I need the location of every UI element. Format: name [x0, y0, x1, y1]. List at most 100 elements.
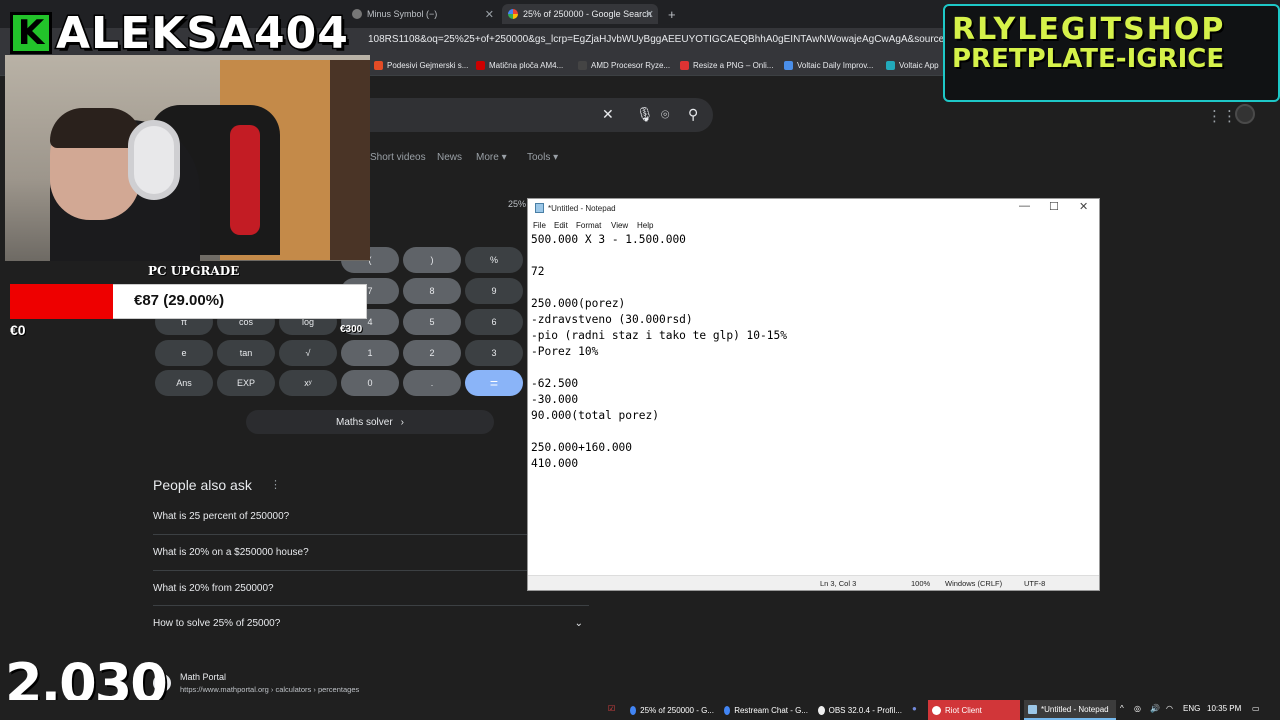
tab-google-search[interactable]: 25% of 250000 - Google Search ✕: [502, 4, 658, 24]
calc-key-2[interactable]: 2: [403, 340, 461, 366]
bookmark-item[interactable]: Podesivi Gejmerski s...: [374, 61, 468, 70]
avatar[interactable]: [1235, 104, 1255, 124]
notepad-icon: [1028, 704, 1037, 714]
maths-solver-button[interactable]: Maths solver ›: [246, 410, 494, 434]
close-icon[interactable]: ✕: [1079, 200, 1088, 213]
chevron-down-icon: ▾: [501, 152, 507, 163]
url-text[interactable]: 108RS1108&oq=25%25+of+250000&gs_lcrp=EgZ…: [368, 34, 991, 45]
line-ending: Windows (CRLF): [945, 579, 1003, 588]
calc-key-power[interactable]: xʸ: [279, 370, 337, 396]
menu-file[interactable]: File: [533, 221, 546, 230]
notepad-icon: [535, 203, 544, 213]
volume-icon[interactable]: 🔊: [1150, 704, 1160, 713]
menu-help[interactable]: Help: [637, 221, 653, 230]
result-site-name[interactable]: Math Portal: [180, 672, 226, 682]
menu-view[interactable]: View: [611, 221, 628, 230]
calc-key-close-paren[interactable]: ): [403, 247, 461, 273]
close-icon[interactable]: ✕: [645, 8, 654, 21]
notepad-text-area[interactable]: 500.000 X 3 - 1.500.000 72 250.000(porez…: [531, 232, 1081, 472]
bookmark-icon: [476, 61, 485, 70]
camera-search-icon[interactable]: ⌾: [661, 106, 669, 123]
calc-key-equals[interactable]: =: [465, 370, 523, 396]
language-indicator[interactable]: ENG: [1183, 704, 1200, 713]
calc-key-8[interactable]: 8: [403, 278, 461, 304]
tab-more[interactable]: More ▾: [476, 152, 507, 163]
tab-short-videos[interactable]: Short videos: [370, 152, 426, 163]
bookmark-icon: [578, 61, 587, 70]
webcam-headset: [128, 120, 180, 200]
chevron-up-icon[interactable]: ^: [1120, 704, 1124, 713]
calc-key-e[interactable]: e: [155, 340, 213, 366]
calc-key-9[interactable]: 9: [465, 278, 523, 304]
bookmark-item[interactable]: AMD Procesor Ryze...: [578, 61, 670, 70]
riot-icon: [932, 705, 941, 715]
calc-key-percent[interactable]: %: [465, 247, 523, 273]
clock[interactable]: 10:35 PM: [1207, 704, 1241, 713]
chevron-right-icon: ›: [400, 416, 405, 428]
bookmark-icon: [886, 61, 895, 70]
notepad-statusbar: [528, 575, 1099, 590]
maximize-icon[interactable]: ☐: [1049, 200, 1059, 213]
people-also-ask-title: People also ask: [153, 477, 252, 493]
notepad-title: *Untitled - Notepad: [548, 204, 616, 213]
bookmark-item[interactable]: Resize a PNG – Onli...: [680, 61, 773, 70]
calc-key-tan[interactable]: tan: [217, 340, 275, 366]
chevron-down-icon: ▾: [553, 152, 559, 163]
calc-key-0[interactable]: 0: [341, 370, 399, 396]
close-icon[interactable]: ✕: [485, 8, 494, 21]
bookmark-item[interactable]: Voltaic Daily Improv...: [784, 61, 873, 70]
shop-banner-subtitle: PRETPLATE-IGRICE: [952, 44, 1225, 74]
calc-key-decimal[interactable]: .: [403, 370, 461, 396]
calc-key-3[interactable]: 3: [465, 340, 523, 366]
tab-minus-symbol[interactable]: Minus Symbol (−) ✕: [346, 4, 498, 24]
notifications-icon[interactable]: ▭: [1252, 704, 1260, 713]
chrome-icon: [630, 705, 637, 715]
network-icon[interactable]: ◎: [1134, 704, 1141, 713]
search-icon[interactable]: ⚲: [688, 106, 698, 123]
paa-question[interactable]: How to solve 25% of 25000? ⌄: [153, 605, 589, 640]
calc-key-ans[interactable]: Ans: [155, 370, 213, 396]
search-input[interactable]: [330, 98, 713, 132]
wifi-icon[interactable]: ◠: [1166, 704, 1173, 713]
chrome-icon: [724, 705, 731, 715]
discord-icon[interactable]: ●: [912, 704, 917, 713]
calc-key-5[interactable]: 5: [403, 309, 461, 335]
taskbar-item-notepad[interactable]: *Untitled - Notepad: [1024, 700, 1116, 720]
taskbar-item-chrome-search[interactable]: 25% of 250000 - G...: [626, 700, 718, 720]
streamer-name: ALEKSA404: [55, 7, 350, 61]
menu-format[interactable]: Format: [576, 221, 601, 230]
kick-logo: K: [10, 12, 52, 54]
new-tab-button[interactable]: +: [662, 4, 682, 24]
antivirus-icon[interactable]: ☑: [608, 704, 615, 713]
cursor-position: Ln 3, Col 3: [820, 579, 857, 588]
tab-label: Minus Symbol (−): [367, 9, 438, 19]
clear-icon[interactable]: ✕: [602, 106, 614, 123]
menu-edit[interactable]: Edit: [554, 221, 568, 230]
result-url[interactable]: https://www.mathportal.org › calculators…: [180, 685, 359, 694]
calc-key-exp[interactable]: EXP: [217, 370, 275, 396]
tab-tools[interactable]: Tools ▾: [527, 152, 558, 163]
goal-min: €0: [10, 322, 26, 338]
calc-key-1[interactable]: 1: [341, 340, 399, 366]
paa-question[interactable]: What is 20% from 250000?⌄: [153, 570, 589, 605]
calc-key-6[interactable]: 6: [465, 309, 523, 335]
taskbar-item-riot[interactable]: Riot Client: [928, 700, 1020, 720]
bookmark-item[interactable]: Voltaic App: [886, 61, 939, 70]
paa-question[interactable]: What is 25 percent of 250000?⌄: [153, 499, 589, 534]
goal-progress-fill: [10, 284, 113, 319]
google-icon: [508, 9, 518, 19]
more-options-icon[interactable]: ⋮: [270, 478, 281, 491]
microphone-icon[interactable]: 🎙: [636, 106, 654, 123]
tab-news[interactable]: News: [437, 152, 462, 163]
goal-amount: €87 (29.00%): [134, 292, 225, 309]
paa-question[interactable]: What is 20% on a $250000 house?⌄: [153, 534, 589, 569]
taskbar-item-restream[interactable]: Restream Chat - G...: [720, 700, 812, 720]
bookmark-item[interactable]: Matična ploča AM4...: [476, 61, 563, 70]
minimize-icon[interactable]: —: [1019, 200, 1030, 212]
taskbar-item-obs[interactable]: OBS 32.0.4 - Profil...: [814, 700, 906, 720]
zoom-level: 100%: [911, 579, 931, 588]
calc-key-sqrt[interactable]: √: [279, 340, 337, 366]
webcam-background-shelf: [330, 60, 370, 260]
bookmark-icon: [784, 61, 793, 70]
encoding: UTF-8: [1024, 579, 1046, 588]
